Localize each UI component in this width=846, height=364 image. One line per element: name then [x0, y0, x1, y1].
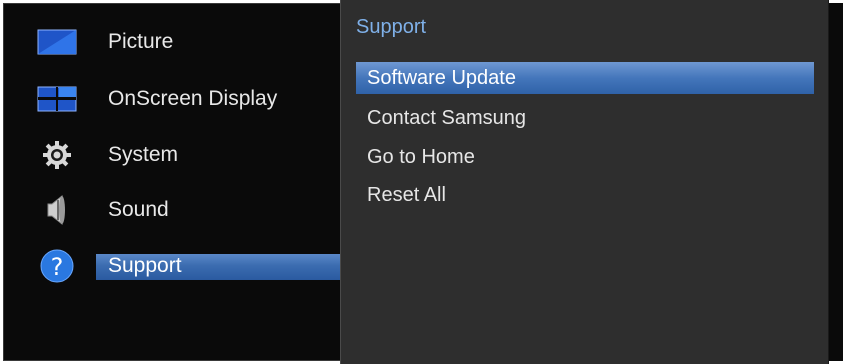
- submenu-panel: Support Software Update Contact Samsung …: [340, 0, 829, 364]
- submenu-item-label: Contact Samsung: [367, 107, 526, 129]
- menu-item-label: OnScreen Display: [108, 87, 278, 110]
- menu-item-support[interactable]: ? Support: [4, 239, 344, 293]
- menu-item-label: System: [108, 143, 179, 166]
- onscreen-display-icon: [37, 84, 77, 114]
- submenu-item-software-update[interactable]: Software Update: [356, 62, 814, 94]
- main-menu-panel: Picture OnScreen Display System Sound ? …: [3, 3, 344, 361]
- picture-icon: [37, 27, 77, 57]
- submenu-item-label: Go to Home: [367, 146, 475, 168]
- submenu-item-contact-samsung[interactable]: Contact Samsung: [356, 100, 814, 136]
- menu-item-onscreen-display[interactable]: OnScreen Display: [4, 72, 344, 126]
- menu-item-sound[interactable]: Sound: [4, 183, 344, 237]
- svg-text:?: ?: [51, 253, 64, 281]
- submenu-item-label: Reset All: [367, 184, 446, 206]
- menu-item-system[interactable]: System: [4, 128, 344, 182]
- submenu-item-reset-all[interactable]: Reset All: [356, 177, 814, 213]
- submenu-item-label: Software Update: [367, 67, 516, 89]
- gear-icon: [37, 140, 77, 170]
- speaker-icon: [37, 194, 77, 226]
- menu-item-label: Support: [108, 254, 182, 277]
- submenu-title: Support: [356, 16, 427, 38]
- menu-item-label: Sound: [108, 198, 169, 221]
- tv-menu-screen: Picture OnScreen Display System Sound ? …: [0, 0, 846, 364]
- question-icon: ?: [37, 249, 77, 283]
- menu-item-label: Picture: [108, 30, 174, 53]
- menu-item-picture[interactable]: Picture: [4, 15, 344, 69]
- submenu-item-go-to-home[interactable]: Go to Home: [356, 139, 814, 175]
- screen-edge: [829, 3, 843, 361]
